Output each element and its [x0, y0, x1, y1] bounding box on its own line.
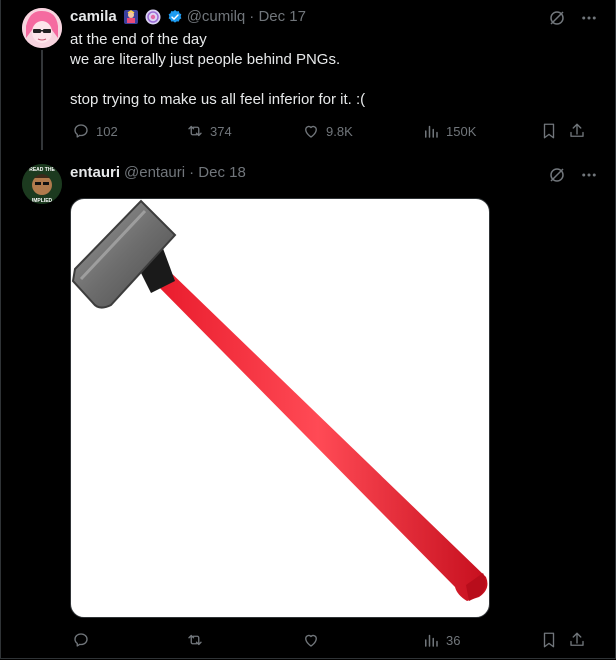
- more-icon[interactable]: [580, 9, 598, 27]
- share-button[interactable]: [568, 631, 586, 649]
- like-icon: [305, 125, 317, 138]
- repost-count: 374: [210, 123, 232, 139]
- tweet-line: [70, 70, 365, 90]
- bookmark-button[interactable]: [540, 631, 558, 649]
- reply-icon: [74, 633, 88, 647]
- tweet-line: stop trying to make us all feel inferior…: [70, 91, 366, 108]
- tweet-action-bar: 36: [70, 631, 600, 651]
- tweet-line: at the end of the day: [70, 31, 207, 48]
- share-button[interactable]: [568, 122, 586, 140]
- author-name[interactable]: camila: [70, 8, 117, 25]
- grok-icon[interactable]: [548, 166, 566, 184]
- reply-count: 102: [96, 123, 118, 139]
- views-icon: [425, 125, 438, 138]
- like-button[interactable]: 9.8K: [302, 122, 353, 140]
- repost-button[interactable]: 374: [186, 122, 232, 140]
- views-icon: [425, 634, 438, 647]
- repost-icon: [188, 634, 202, 646]
- tweet-text: at the end of the day we are literally j…: [70, 30, 365, 110]
- bookmark-icon: [543, 632, 555, 648]
- reply-icon: [74, 124, 88, 138]
- verified-badge-icon: [167, 9, 183, 25]
- tweet-top-actions: [548, 166, 598, 184]
- like-icon: [305, 634, 317, 647]
- author-handle[interactable]: @cumilq: [187, 8, 246, 25]
- views-button[interactable]: 36: [422, 631, 460, 649]
- tweet-date[interactable]: · Dec 18: [189, 164, 246, 181]
- views-button[interactable]: 150K: [422, 122, 476, 140]
- author-handle[interactable]: @entauri: [124, 164, 185, 181]
- avatar-camila[interactable]: [22, 8, 62, 48]
- tweet-action-bar: 102 374 9.8K 150K: [70, 122, 600, 142]
- thread-connector: [41, 50, 43, 150]
- tweet-top-actions: [548, 9, 598, 27]
- like-count: 9.8K: [326, 123, 353, 139]
- tweet-line: we are literally just people behind PNGs…: [70, 51, 341, 68]
- repost-button[interactable]: [186, 631, 210, 649]
- tweet-header: entauri @entauri · Dec 18: [70, 164, 246, 181]
- avatar-image: [22, 8, 62, 48]
- sledgehammer-image: [71, 199, 488, 601]
- tweet-header: camila @cumilq · Dec 17: [70, 8, 306, 25]
- author-name[interactable]: entauri: [70, 164, 120, 181]
- views-count: 36: [446, 632, 461, 648]
- reply-button[interactable]: [72, 631, 96, 649]
- reply-button[interactable]: 102: [72, 122, 118, 140]
- tweet-date[interactable]: · Dec 17: [249, 8, 306, 25]
- bookmark-icon: [543, 123, 555, 139]
- tweet-media[interactable]: [70, 198, 490, 618]
- repost-icon: [188, 125, 202, 137]
- like-button[interactable]: [302, 631, 326, 649]
- avatar-top-text: READ THE: [29, 167, 55, 173]
- more-icon[interactable]: [580, 166, 598, 184]
- affiliate-badge-icon[interactable]: [145, 9, 161, 25]
- grok-icon[interactable]: [548, 9, 566, 27]
- avatar-image: READ THE IMPLIED: [22, 164, 62, 204]
- emoji-badge-icon: [123, 9, 139, 25]
- views-count: 150K: [446, 123, 477, 139]
- share-icon: [570, 123, 584, 137]
- avatar-entauri[interactable]: READ THE IMPLIED: [22, 164, 62, 204]
- bookmark-button[interactable]: [540, 122, 558, 140]
- share-icon: [570, 632, 584, 646]
